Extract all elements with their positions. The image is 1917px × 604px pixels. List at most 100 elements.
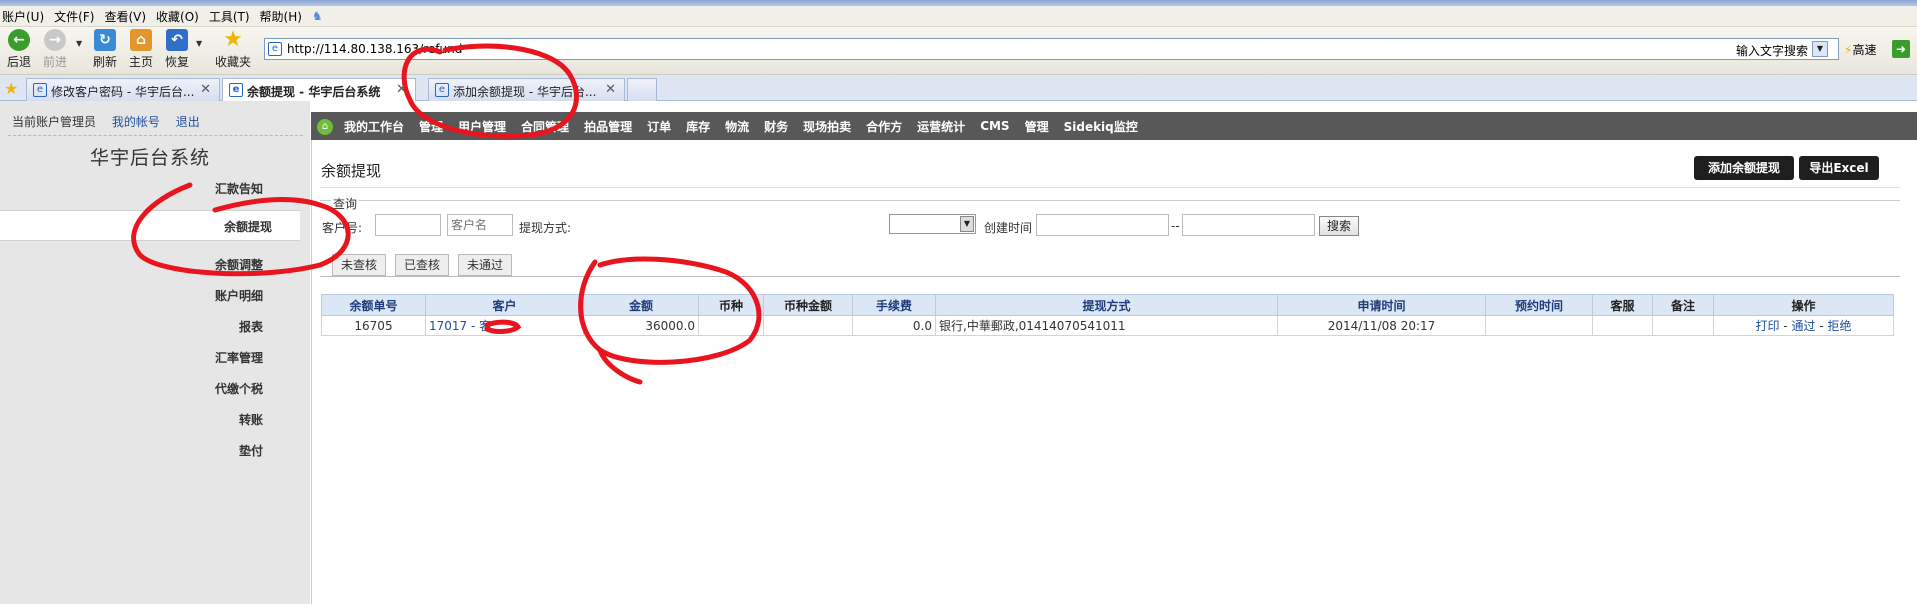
menu-file[interactable]: 文件(F): [54, 8, 94, 25]
divider: [320, 187, 1900, 188]
restore-button[interactable]: ↶ 恢复: [158, 29, 196, 70]
forward-button[interactable]: → 前进: [36, 29, 74, 70]
col-currency-amount: 币种金额: [763, 294, 853, 316]
nav-finance[interactable]: 财务: [764, 118, 788, 135]
browser-toolbar: ← 后退 → 前进 ▼ ↻ 刷新 ⌂ 主页 ↶ 恢复 ▼ ★ 收藏夹 e htt…: [0, 27, 1917, 75]
subtab-checked[interactable]: 已查核: [395, 254, 449, 276]
sidebar-item-transfer[interactable]: 转账: [239, 411, 263, 428]
home-label: 主页: [128, 55, 153, 69]
chevron-down-icon: ▼: [960, 216, 974, 232]
close-icon[interactable]: ✕: [605, 82, 616, 97]
sidebar-item-balance-withdrawal[interactable]: 余额提现: [224, 218, 272, 235]
chevron-down-icon[interactable]: ▼: [1812, 41, 1828, 57]
created-start-input[interactable]: [1036, 214, 1169, 236]
home-icon[interactable]: ⌂: [317, 119, 333, 135]
my-account-link[interactable]: 我的帐号: [112, 115, 160, 129]
nav-operations-stats[interactable]: 运营统计: [917, 118, 965, 135]
nav-sidekiq[interactable]: Sidekiq监控: [1064, 118, 1138, 135]
sidebar-item-balance-adjustment[interactable]: 余额调整: [215, 256, 263, 273]
sidebar-item-remittance-notice[interactable]: 汇款告知: [215, 180, 263, 197]
approve-link[interactable]: 通过: [1791, 319, 1815, 333]
nav-user-management[interactable]: 用户管理: [458, 118, 506, 135]
refresh-button[interactable]: ↻ 刷新: [86, 29, 124, 70]
reject-link[interactable]: 拒绝: [1827, 319, 1851, 333]
home-button[interactable]: ⌂ 主页: [122, 29, 160, 70]
address-url[interactable]: http://114.80.138.163/refund: [287, 42, 462, 56]
sidebar-item-exchange-rate[interactable]: 汇率管理: [215, 349, 263, 366]
nav-contract-management[interactable]: 合同管理: [521, 118, 569, 135]
col-id[interactable]: 余额单号: [321, 294, 426, 316]
tab-label: 余额提现 - 华宇后台系统: [247, 85, 381, 99]
nav-inventory[interactable]: 库存: [686, 118, 710, 135]
search-button[interactable]: 搜索: [1319, 216, 1359, 236]
back-arrow-icon: ←: [8, 29, 30, 51]
nav-cms[interactable]: CMS: [980, 119, 1009, 133]
menu-favorites[interactable]: 收藏(O): [156, 8, 199, 25]
cell-id: 16705: [321, 315, 426, 336]
close-icon[interactable]: ✕: [200, 82, 211, 97]
nav-partners[interactable]: 合作方: [866, 118, 902, 135]
sidebar-item-reports[interactable]: 报表: [239, 318, 263, 335]
current-user-label: 当前账户管理员: [12, 115, 97, 129]
nav-lot-management[interactable]: 拍品管理: [584, 118, 632, 135]
star-icon[interactable]: ★: [4, 79, 18, 98]
method-select[interactable]: ▼: [889, 214, 976, 234]
col-amount[interactable]: 金额: [583, 294, 699, 316]
col-service: 客服: [1592, 294, 1653, 316]
created-end-input[interactable]: [1182, 214, 1315, 236]
chevron-down-icon[interactable]: ▼: [196, 39, 202, 48]
sidebar-item-account-details[interactable]: 账户明细: [215, 287, 263, 304]
speed-mode-button[interactable]: ⚡高速: [1844, 41, 1876, 58]
go-arrow-icon[interactable]: ➜: [1892, 40, 1910, 58]
refresh-icon: ↻: [94, 29, 116, 51]
col-reserved-time[interactable]: 预约时间: [1485, 294, 1593, 316]
nav-my-workbench[interactable]: 我的工作台: [344, 118, 404, 135]
nav-logistics[interactable]: 物流: [725, 118, 749, 135]
menu-help[interactable]: 帮助(H): [260, 8, 302, 25]
tab-add-balance-withdrawal[interactable]: e 添加余额提现 - 华宇后台... ✕: [428, 78, 625, 101]
col-applied-time[interactable]: 申请时间: [1277, 294, 1486, 316]
page-title: 余额提现: [321, 162, 382, 180]
col-method[interactable]: 提现方式: [935, 294, 1278, 316]
back-label: 后退: [6, 55, 31, 69]
subtab-unchecked[interactable]: 未查核: [332, 254, 386, 276]
favorites-button[interactable]: ★ 收藏夹: [212, 29, 254, 70]
undo-icon: ↶: [166, 29, 188, 51]
nav-orders[interactable]: 订单: [647, 118, 671, 135]
sidebar-item-withholding-tax[interactable]: 代缴个税: [215, 380, 263, 397]
nav-admin[interactable]: 管理: [1025, 118, 1049, 135]
col-fee[interactable]: 手续费: [852, 294, 936, 316]
customer-no-input[interactable]: [375, 214, 441, 236]
chevron-down-icon[interactable]: ▼: [76, 39, 82, 48]
back-button[interactable]: ← 后退: [0, 29, 38, 70]
tab-change-password[interactable]: e 修改客户密码 - 华宇后台... ✕: [26, 78, 220, 101]
cell-currency-amount: [763, 315, 853, 336]
logout-link[interactable]: 退出: [176, 115, 200, 129]
created-time-label: 创建时间: [984, 221, 1033, 235]
col-customer[interactable]: 客户: [425, 294, 584, 316]
new-tab-button[interactable]: [627, 78, 657, 101]
sidebar-item-advance[interactable]: 垫付: [239, 442, 263, 459]
tab-balance-withdrawal[interactable]: e 余额提现 - 华宇后台系统 ✕: [222, 78, 416, 101]
nav-manage[interactable]: 管理: [419, 118, 443, 135]
print-link[interactable]: 打印: [1756, 319, 1780, 333]
refresh-label: 刷新: [92, 55, 117, 69]
customer-name-input[interactable]: [447, 214, 513, 236]
customer-link[interactable]: 17017 - 客: [429, 319, 491, 333]
table-header-row: 余额单号 客户 金额 币种 币种金额 手续费 提现方式 申请时间 预约时间 客服…: [321, 294, 1894, 316]
menu-tools[interactable]: 工具(T): [209, 8, 250, 25]
col-remark: 备注: [1652, 294, 1714, 316]
address-bar[interactable]: e http://114.80.138.163/refund 输入文字搜索 ▼: [264, 38, 1839, 60]
subtab-rejected[interactable]: 未通过: [458, 254, 512, 276]
add-withdrawal-button[interactable]: 添加余额提现: [1694, 156, 1794, 180]
close-icon[interactable]: ✕: [396, 82, 407, 97]
export-excel-button[interactable]: 导出Excel: [1799, 156, 1879, 180]
page-icon: e: [435, 83, 449, 97]
search-engine-label[interactable]: 输入文字搜索: [1736, 42, 1808, 59]
table-row: 16705 17017 - 客 36000.0 0.0 银行,中華郵政,0141…: [321, 315, 1894, 336]
nav-live-auction[interactable]: 现场拍卖: [803, 118, 851, 135]
cell-actions: 打印 - 通过 - 拒绝: [1713, 315, 1894, 336]
menu-account[interactable]: 账户(U): [2, 8, 44, 25]
menu-view[interactable]: 查看(V): [104, 8, 146, 25]
cell-service: [1592, 315, 1653, 336]
